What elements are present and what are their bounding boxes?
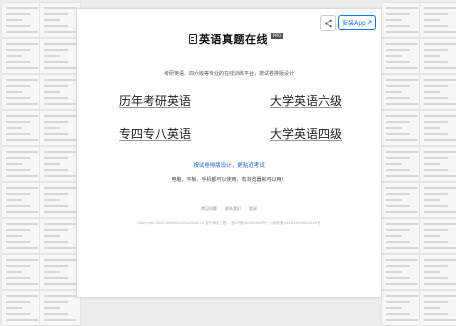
background-document-thumbnail — [381, 74, 423, 110]
main-card: 安装App 英语真题在线 PRO 考研英语、四六级等专业的在线训练平台，按试卷排… — [76, 8, 382, 298]
document-icon — [189, 34, 197, 44]
category-tem-link[interactable]: 专四专八英语 — [119, 125, 191, 142]
background-document-thumbnail — [419, 110, 456, 146]
pro-badge: PRO — [271, 33, 284, 39]
background-document-thumbnail — [419, 146, 456, 182]
background-document-thumbnail — [1, 146, 43, 182]
background-document-thumbnail — [39, 290, 81, 326]
external-link-icon — [367, 20, 372, 25]
background-document-thumbnail — [39, 218, 81, 254]
background-document-thumbnail — [419, 74, 456, 110]
background-document-thumbnail — [381, 146, 423, 182]
background-document-thumbnail — [39, 254, 81, 290]
background-document-thumbnail — [1, 218, 43, 254]
promo-link[interactable]: 按试卷排版设计，更贴近考试 — [77, 161, 381, 169]
install-app-button[interactable]: 安装App — [338, 15, 376, 30]
background-document-thumbnail — [419, 254, 456, 290]
background-document-thumbnail — [381, 182, 423, 218]
background-document-thumbnail — [1, 290, 43, 326]
promo-note: 电脑、平板、手机都可以使用，有浏览器就可以用！ — [171, 177, 287, 183]
background-document-thumbnail — [381, 38, 423, 74]
footer-link-login[interactable]: 登录 — [249, 206, 257, 212]
background-document-thumbnail — [1, 254, 43, 290]
background-document-thumbnail — [381, 290, 423, 326]
background-document-thumbnail — [1, 110, 43, 146]
background-document-thumbnail — [39, 38, 81, 74]
background-document-thumbnail — [1, 38, 43, 74]
footer-link-faq[interactable]: 常见问题 — [201, 206, 217, 212]
background-document-thumbnail — [39, 110, 81, 146]
footer-link-contact[interactable]: 联系我们 — [225, 206, 241, 212]
site-title: 英语真题在线 — [199, 33, 268, 46]
background-document-thumbnail — [381, 218, 423, 254]
background-document-thumbnail — [419, 38, 456, 74]
background-document-thumbnail — [1, 74, 43, 110]
background-document-thumbnail — [39, 74, 81, 110]
background-document-thumbnail — [419, 290, 456, 326]
background-document-thumbnail — [1, 2, 43, 38]
share-button[interactable] — [320, 15, 336, 31]
install-app-label: 安装App — [342, 20, 366, 27]
category-cet6-link[interactable]: 大学英语六级 — [270, 92, 342, 109]
background-document-thumbnail — [419, 2, 456, 38]
share-icon — [324, 19, 332, 27]
background-document-thumbnail — [381, 110, 423, 146]
footer-links: 常见问题 联系我们 登录 — [77, 206, 381, 212]
background-document-thumbnail — [39, 182, 81, 218]
category-cet4-link[interactable]: 大学英语四级 — [270, 125, 342, 142]
category-kaoyan-link[interactable]: 历年考研英语 — [119, 92, 191, 109]
background-document-thumbnail — [39, 2, 81, 38]
background-document-thumbnail — [39, 146, 81, 182]
background-document-thumbnail — [1, 182, 43, 218]
background-document-thumbnail — [419, 218, 456, 254]
background-document-thumbnail — [381, 254, 423, 290]
background-document-thumbnail — [381, 2, 423, 38]
copyright-text: Copyright 2025 Allinallinallinallinall.c… — [137, 221, 321, 225]
background-document-thumbnail — [419, 182, 456, 218]
tagline: 考研英语、四六级等专业的在线训练平台，按试卷排版设计 — [163, 71, 294, 77]
site-logo[interactable]: 英语真题在线 PRO — [189, 31, 284, 47]
